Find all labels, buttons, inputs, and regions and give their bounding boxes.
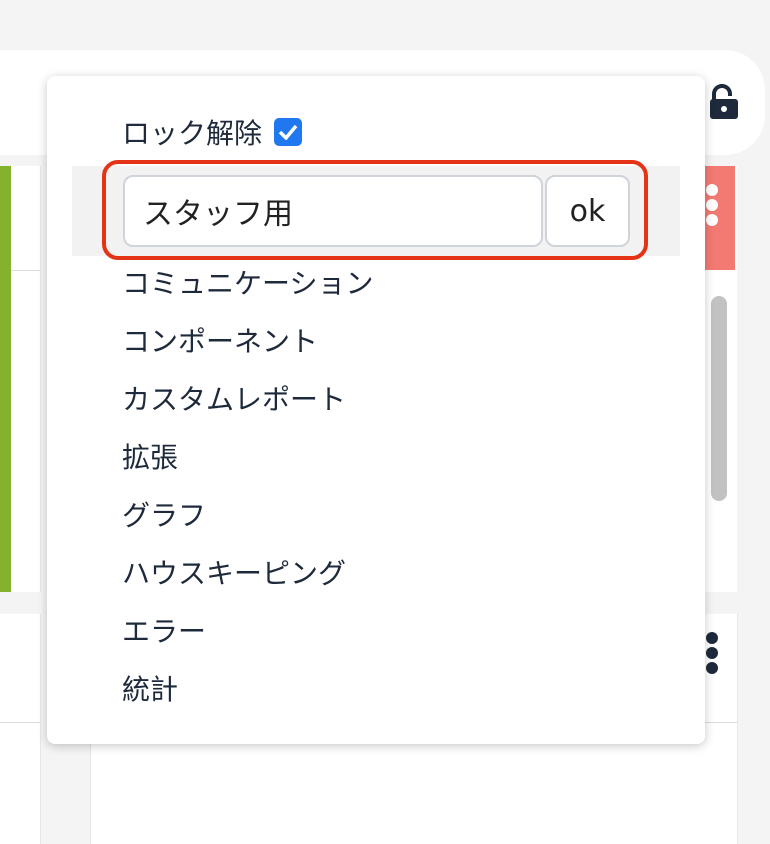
right-card bbox=[700, 166, 737, 592]
left-card bbox=[0, 166, 41, 592]
menu-item-housekeeping[interactable]: ハウスキーピング bbox=[122, 555, 373, 613]
menu-item-communication[interactable]: コミュニケーション bbox=[122, 265, 373, 323]
bottom-left-card bbox=[0, 614, 41, 844]
menu-item-custom-reports[interactable]: カスタムレポート bbox=[122, 381, 373, 439]
dropdown-menu: ロック解除 ok コミュニケーション コンポーネント カスタムレポート 拡張 グ… bbox=[47, 76, 705, 744]
menu-item-components[interactable]: コンポーネント bbox=[122, 323, 373, 381]
menu-item-graphs[interactable]: グラフ bbox=[122, 497, 373, 555]
divider bbox=[0, 722, 40, 723]
menu-item-statistics[interactable]: 統計 bbox=[122, 671, 373, 729]
more-options-icon[interactable] bbox=[706, 632, 720, 677]
unlock-row: ロック解除 bbox=[122, 112, 303, 152]
unlock-icon[interactable] bbox=[708, 84, 742, 120]
more-options-icon[interactable] bbox=[706, 184, 720, 229]
menu-item-errors[interactable]: エラー bbox=[122, 613, 373, 671]
checkmark-icon bbox=[278, 124, 298, 140]
highlight-outline bbox=[102, 160, 648, 260]
menu-list: コミュニケーション コンポーネント カスタムレポート 拡張 グラフ ハウスキーピ… bbox=[122, 265, 373, 729]
unlock-label: ロック解除 bbox=[122, 117, 263, 150]
unlock-checkbox[interactable] bbox=[274, 118, 303, 146]
divider bbox=[11, 270, 40, 271]
scrollbar-thumb[interactable] bbox=[711, 296, 727, 501]
menu-item-extensions[interactable]: 拡張 bbox=[122, 439, 373, 497]
green-status-bar bbox=[0, 166, 11, 592]
